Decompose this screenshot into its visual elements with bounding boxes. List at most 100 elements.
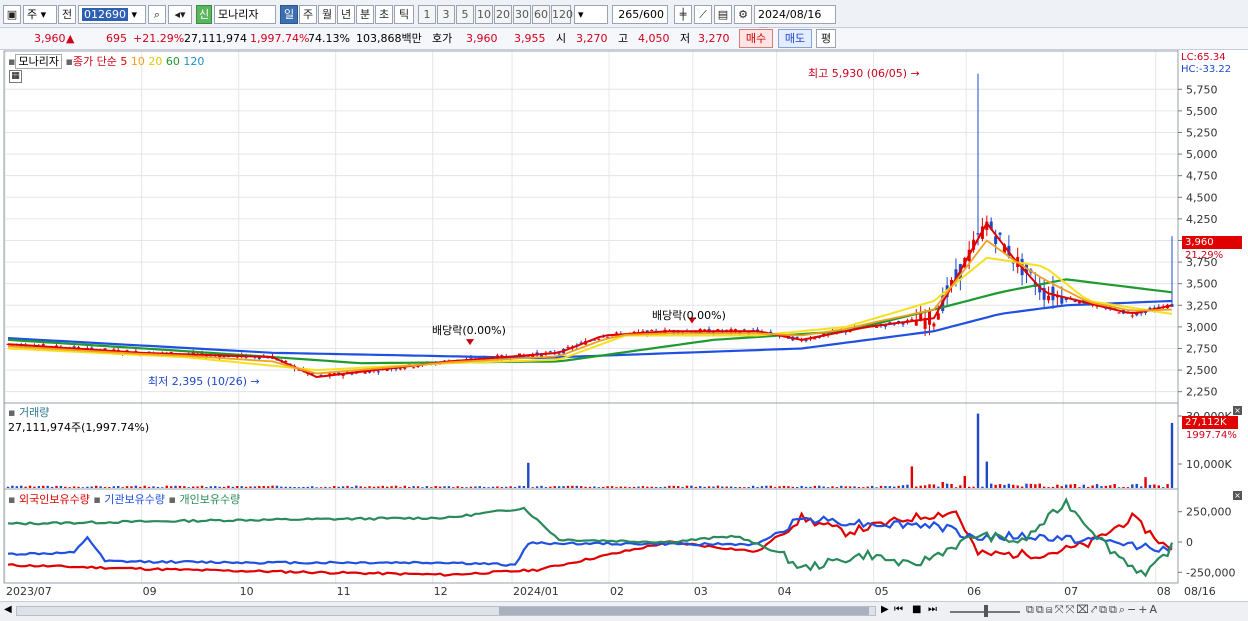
chart-svg[interactable]: 30,000K10,000K 250,000 0 -250,000 5,750 5,5…	[0, 50, 1248, 605]
period-tick[interactable]: 틱	[394, 5, 414, 24]
volume-bar	[553, 486, 556, 488]
legend-institution: 기관보유수량	[104, 493, 166, 506]
volume-bar	[240, 486, 243, 488]
volume-bar	[249, 486, 252, 488]
candle-body	[932, 323, 936, 327]
volume-bar	[390, 486, 393, 488]
interval-60[interactable]: 60	[532, 5, 550, 24]
date-value: 2024/08/16	[758, 8, 822, 21]
volume-bar	[434, 486, 437, 488]
menu-icon[interactable]: ▣	[3, 5, 21, 24]
volume-bar	[985, 461, 989, 488]
period-day[interactable]: 일	[280, 5, 298, 24]
volume-bar	[619, 486, 623, 488]
candle-icon[interactable]: ╪	[674, 5, 692, 24]
zoom-handle[interactable]	[984, 605, 988, 617]
sell-button[interactable]: 매도	[778, 29, 812, 48]
code-input[interactable]: 012690 ▾	[78, 5, 146, 24]
y-tick-label: 5,000	[1186, 148, 1218, 161]
volume-bar	[919, 485, 922, 488]
speaker-icon[interactable]: ◂▾	[168, 5, 192, 24]
interval-5[interactable]: 5	[456, 5, 474, 24]
volume-bar	[791, 486, 795, 488]
volume-bar	[81, 487, 85, 488]
count-field[interactable]: 265/600	[612, 5, 668, 24]
volume-bar	[68, 487, 71, 488]
low-label: 저	[680, 32, 691, 45]
stop-icon[interactable]: ■	[912, 604, 921, 615]
scroll-right-icon[interactable]: ▶	[881, 604, 889, 615]
volume-bar	[685, 485, 689, 488]
volume-bar	[729, 486, 733, 488]
volume-bar	[593, 486, 596, 488]
candle-body	[403, 367, 407, 369]
interval-10[interactable]: 10	[475, 5, 493, 24]
custom-interval-select[interactable]: ▾	[574, 5, 608, 24]
period-year[interactable]: 년	[337, 5, 355, 24]
volume-bar	[509, 486, 512, 488]
scroll-left-icon[interactable]: ◀	[4, 604, 12, 615]
interval-30[interactable]: 30	[513, 5, 531, 24]
volume-bar	[654, 486, 658, 488]
interval-120[interactable]: 120	[551, 5, 573, 24]
legend-individual: 개인보유수량	[179, 493, 241, 506]
volume-bar	[738, 486, 742, 488]
close-icon[interactable]: ×	[1233, 406, 1242, 415]
prev-button[interactable]: 전	[58, 5, 76, 24]
volume-bar	[760, 486, 764, 488]
interval-20[interactable]: 20	[494, 5, 512, 24]
price-tag: 3,960	[1182, 236, 1242, 249]
period-week[interactable]: 주	[299, 5, 317, 24]
volume-bar	[804, 486, 808, 488]
ma-line-ma5	[7, 221, 1173, 379]
candle-body	[976, 233, 980, 235]
search-icon[interactable]: ⌕	[148, 5, 166, 24]
volume-bar	[333, 485, 336, 488]
period-minute[interactable]: 분	[356, 5, 374, 24]
volume-bar	[222, 486, 226, 488]
close-icon[interactable]: ×	[1233, 491, 1242, 500]
candle-body	[804, 340, 808, 342]
period-second[interactable]: 초	[375, 5, 393, 24]
tool-icons[interactable]: ⧉⧉⧈⤧⤧⌧⤤⧉⧉⌕−+A	[1026, 603, 1159, 617]
volume-bar	[121, 487, 124, 488]
volume-bar	[1153, 484, 1156, 488]
chart-type-icon[interactable]: ⟋	[694, 5, 712, 24]
volume-bar	[897, 485, 900, 488]
grid-table-icon[interactable]: ▦	[9, 70, 22, 83]
volume-bar	[1135, 483, 1138, 488]
gear-icon[interactable]: ⚙	[734, 5, 752, 24]
date-field[interactable]: 2024/08/16 ▦	[754, 5, 836, 38]
scroll-thumb[interactable]	[499, 607, 869, 615]
volume-bar	[990, 483, 993, 488]
stock-name[interactable]: 모나리자	[214, 5, 276, 24]
chart-area[interactable]: 30,000K10,000K 250,000 0 -250,000 5,750 5,5…	[0, 50, 1248, 605]
hold-tick-label: 250,000	[1186, 506, 1232, 519]
volume-tag: 27,112K	[1182, 416, 1238, 429]
volume-bar	[315, 487, 318, 488]
volume-bar	[1170, 422, 1174, 488]
buy-button[interactable]: 매수	[739, 29, 773, 48]
interval-3[interactable]: 3	[437, 5, 455, 24]
interval-1[interactable]: 1	[418, 5, 436, 24]
y-tick-label: 3,250	[1186, 299, 1218, 312]
volume-bar	[156, 486, 160, 488]
code-value: 012690	[82, 8, 128, 21]
volume-bar	[967, 486, 971, 488]
market-select[interactable]: 주 ▾	[23, 5, 57, 24]
volume-bar	[394, 485, 398, 488]
volume-bar	[266, 486, 270, 488]
last-icon[interactable]: ⏭	[928, 604, 937, 615]
save-icon[interactable]: ▤	[714, 5, 732, 24]
volume-bar	[976, 413, 980, 488]
volume-bar	[765, 485, 768, 488]
volume-bar	[385, 486, 389, 488]
x-tick-label: 2024/01	[513, 585, 559, 598]
eval-button[interactable]: 평	[816, 29, 836, 48]
first-icon[interactable]: ⏮	[894, 604, 903, 615]
period-month[interactable]: 월	[318, 5, 336, 24]
volume-info: 27,111,974주(1,997.74%)	[8, 421, 150, 434]
volume-bar	[99, 486, 102, 488]
volume-bar	[447, 486, 451, 488]
scrollbar[interactable]	[16, 606, 876, 616]
